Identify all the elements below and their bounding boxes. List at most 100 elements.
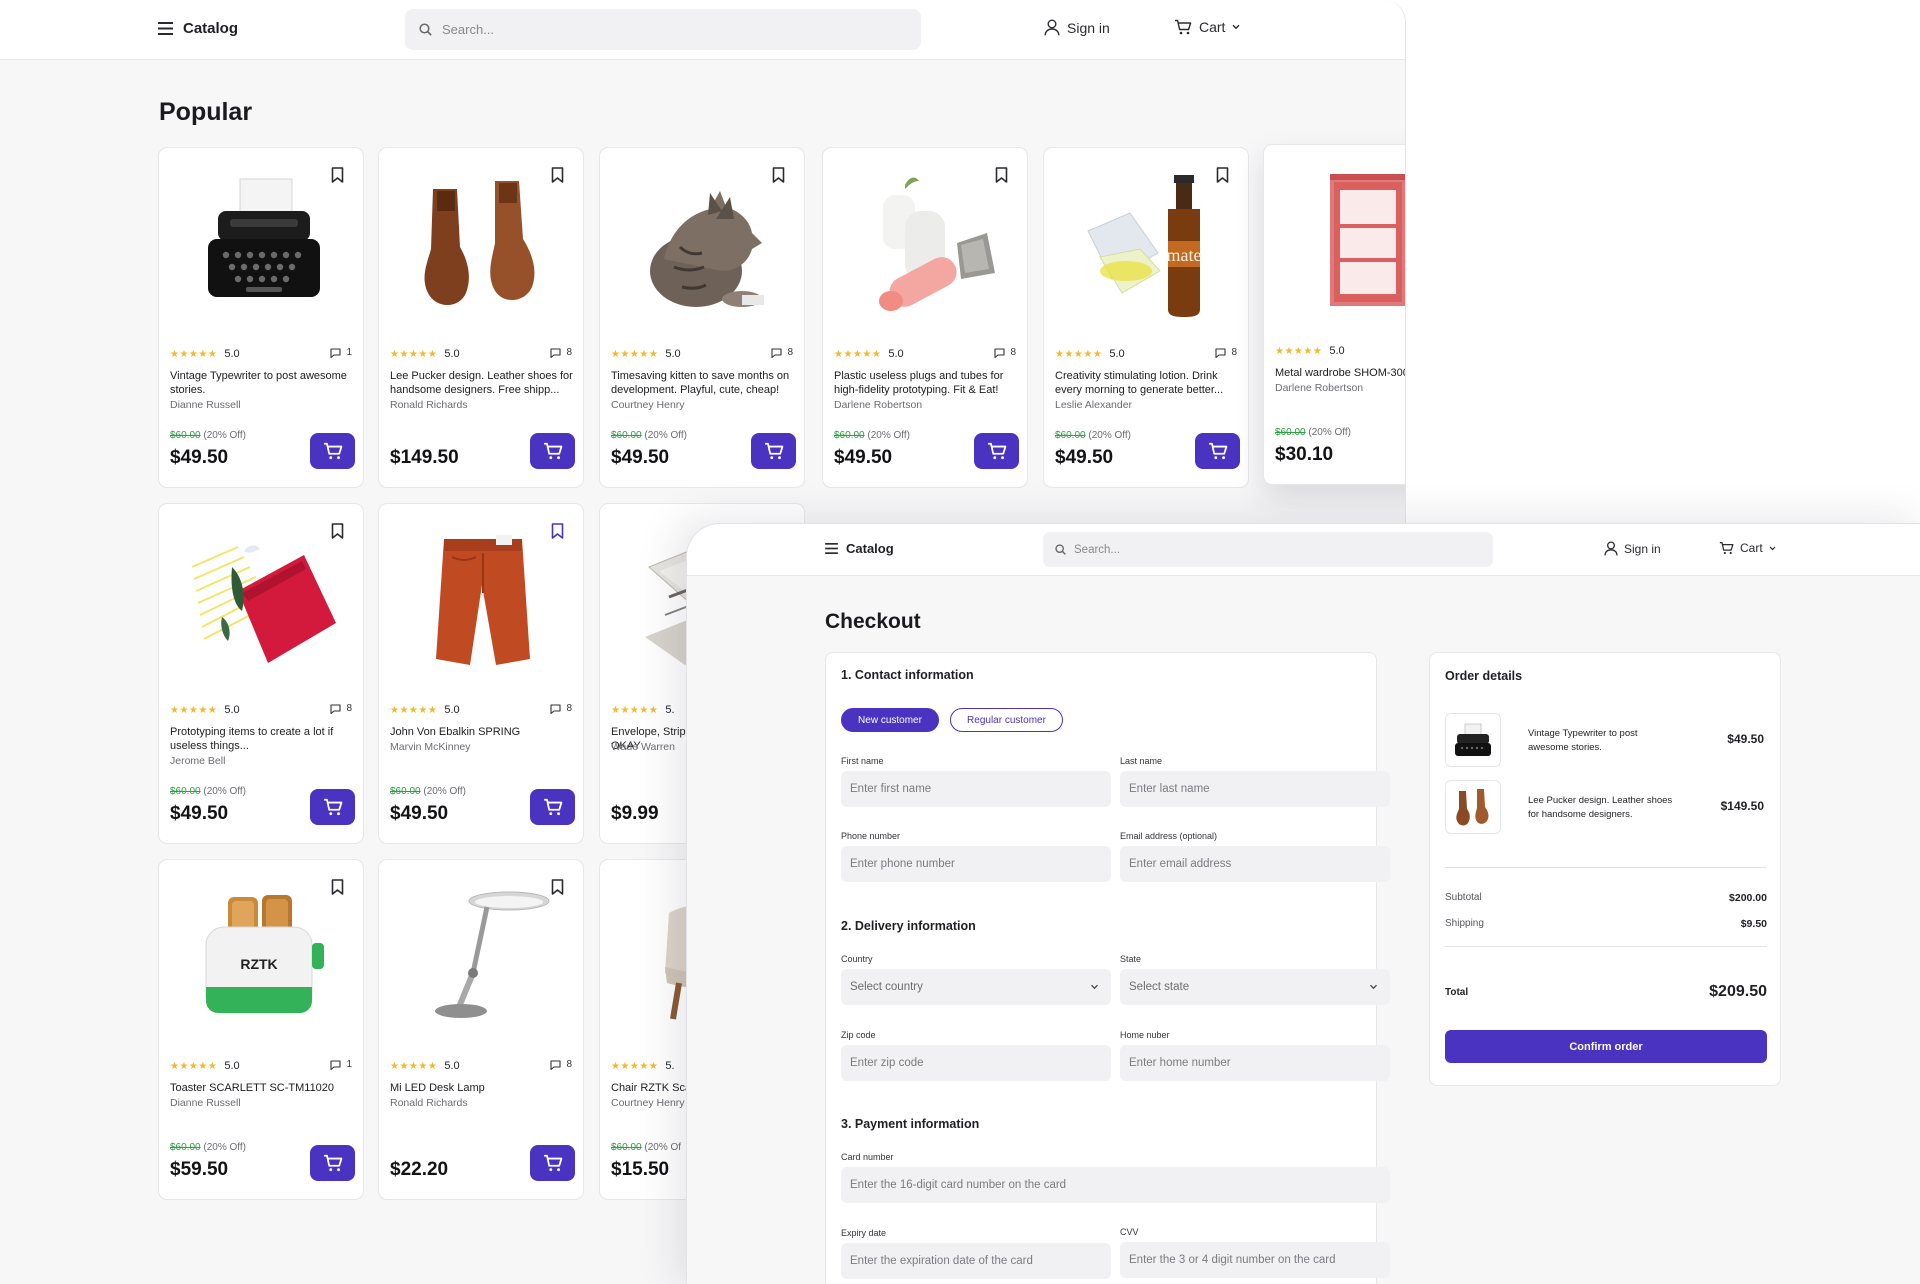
card-number-field[interactable] (841, 1167, 1390, 1203)
product-card[interactable]: ★★★★★5.08Metal wardrobe SHOM-300/1Darlen… (1263, 144, 1405, 485)
comment-count-value: 8 (346, 703, 352, 714)
expiry-label: Expiry date (841, 1228, 887, 1238)
comment-count: 1 (330, 1059, 352, 1070)
product-author: Wade Warren (611, 741, 675, 753)
product-image[interactable] (395, 528, 571, 676)
state-select[interactable]: Select state (1120, 969, 1390, 1005)
checkout-sign-in-button[interactable]: Sign in (1604, 541, 1661, 556)
product-card[interactable]: ★★★★★ 5.0 8 Timesaving kitten to save month… (599, 147, 805, 488)
order-item-name: Vintage Typewriter to post awesome stori… (1528, 728, 1638, 753)
product-name[interactable]: Plastic useless plugs and tubes for high… (834, 369, 1018, 397)
star-rating-icon: ★★★★★ (170, 704, 218, 716)
last-name-field[interactable] (1120, 771, 1390, 807)
search-bar[interactable] (405, 9, 921, 50)
checkout-menu-button[interactable]: Catalog (825, 541, 894, 556)
product-author: Marvin McKinney (390, 741, 471, 753)
product-card[interactable]: ★★★★★ 5.0 8 Prototyping items to create a l… (158, 503, 364, 844)
add-to-cart-button[interactable] (310, 433, 355, 469)
comment-count-value: 8 (1231, 347, 1237, 358)
product-card[interactable]: ★★★★★ 5.0 8 John Von Ebalkin SPRING Marvin M… (378, 503, 584, 844)
rating-value: 5.0 (888, 348, 904, 360)
add-to-cart-button[interactable] (1195, 433, 1240, 469)
card-number-label: Card number (841, 1152, 894, 1162)
product-price: $30.10 (1275, 444, 1334, 465)
old-price-row: $60.00 (20% Off) (834, 430, 910, 441)
rating-value: 5.0 (224, 348, 240, 360)
product-image[interactable] (1280, 169, 1405, 317)
home-number-field[interactable] (1120, 1045, 1390, 1081)
zip-field[interactable] (841, 1045, 1111, 1081)
add-to-cart-button[interactable] (530, 789, 575, 825)
checkout-search-input[interactable] (1074, 543, 1469, 556)
product-author: Courtney Henry (611, 399, 685, 411)
expiry-field[interactable] (841, 1243, 1111, 1279)
search-input[interactable] (442, 22, 894, 37)
subtotal-label: Subtotal (1445, 892, 1482, 903)
checkout-cart-button[interactable]: Cart (1719, 541, 1776, 555)
first-name-field[interactable] (841, 771, 1111, 807)
product-image[interactable] (175, 172, 351, 320)
email-field[interactable] (1120, 846, 1390, 882)
add-to-cart-icon (323, 798, 342, 816)
add-to-cart-button[interactable] (310, 789, 355, 825)
add-to-cart-button[interactable] (974, 433, 1019, 469)
product-card[interactable]: ★★★★★ 5.0 1 Vintage Typewriter to post awes… (158, 147, 364, 488)
checkout-search-bar[interactable] (1043, 532, 1493, 567)
state-label: State (1120, 954, 1142, 964)
product-image[interactable] (395, 884, 571, 1032)
product-name[interactable]: Creativity stimulating lotion. Drink eve… (1055, 369, 1239, 397)
add-to-cart-icon (323, 1154, 342, 1172)
product-name[interactable]: Metal wardrobe SHOM-300/1 (1275, 366, 1405, 380)
product-name[interactable]: Lee Pucker design. Leather shoes for han… (390, 369, 574, 397)
product-card[interactable]: ★★★★★ 5.0 8 Plastic useless plugs and tubes… (822, 147, 1028, 488)
old-price-row: $60.00 (20% Off) (1275, 427, 1351, 438)
product-image[interactable]: mate (1060, 172, 1236, 320)
cart-icon (1719, 541, 1734, 555)
cvv-field[interactable] (1120, 1242, 1390, 1278)
add-to-cart-button[interactable] (751, 433, 796, 469)
add-to-cart-button[interactable] (310, 1145, 355, 1181)
old-price: $60.00 (170, 430, 201, 441)
country-select[interactable]: Select country (841, 969, 1111, 1005)
product-card[interactable]: ★★★★★ 5.0 8 Mi LED Desk Lamp Ronald Richards… (378, 859, 584, 1200)
product-name[interactable]: Vintage Typewriter to post awesome stori… (170, 369, 354, 397)
add-to-cart-button[interactable] (530, 1145, 575, 1181)
discount: (20% Off) (203, 786, 246, 797)
product-name[interactable]: Mi LED Desk Lamp (390, 1081, 574, 1095)
regular-customer-toggle[interactable]: Regular customer (950, 708, 1063, 732)
product-card[interactable]: mate ★★★★★ 5.0 8 Creativity stimulating loti… (1043, 147, 1249, 488)
hamburger-icon (158, 22, 173, 35)
comment-count: 8 (550, 1059, 572, 1070)
new-customer-toggle[interactable]: New customer (841, 708, 939, 732)
product-name[interactable]: Toaster SCARLETT SC-TM11020 (170, 1081, 354, 1095)
add-to-cart-button[interactable] (530, 433, 575, 469)
catalog-menu-button[interactable]: Catalog (158, 20, 238, 37)
product-image[interactable] (395, 172, 571, 320)
product-image[interactable] (616, 172, 792, 320)
comment-count: 8 (994, 347, 1016, 358)
sign-in-button[interactable]: Sign in (1044, 19, 1110, 36)
product-image[interactable] (175, 528, 351, 676)
product-name[interactable]: Timesaving kitten to save months on deve… (611, 369, 795, 397)
cart-button[interactable]: Cart (1174, 19, 1240, 35)
checkout-page: Catalog Sign in Cart Checkout 1. Contact… (686, 523, 1920, 1284)
cart-label: Cart (1199, 19, 1226, 35)
old-price: $60.00 (1275, 427, 1306, 438)
product-card[interactable]: ★★★★★ 5.0 8 Lee Pucker design. Leather shoe… (378, 147, 584, 488)
product-name[interactable]: John Von Ebalkin SPRING (390, 725, 574, 739)
product-image[interactable]: RZTK (175, 884, 351, 1032)
product-card[interactable]: RZTK ★★★★★ 5.0 1 Toaster SCARLETT SC-TM11020… (158, 859, 364, 1200)
phone-label: Phone number (841, 831, 901, 841)
subtotal-value: $200.00 (1729, 892, 1767, 904)
old-price-row: $60.00 (20% Off) (170, 430, 246, 441)
total-label: Total (1445, 986, 1469, 998)
product-image[interactable] (839, 172, 1015, 320)
zip-label: Zip code (841, 1030, 876, 1040)
phone-field[interactable] (841, 846, 1111, 882)
star-rating-icon: ★★★★★ (611, 1060, 659, 1072)
cart-label: Cart (1740, 541, 1763, 555)
confirm-order-button[interactable]: Confirm order (1445, 1030, 1767, 1063)
sign-in-label: Sign in (1067, 19, 1110, 36)
product-name[interactable]: Prototyping items to create a lot if use… (170, 725, 354, 753)
old-price: $60.00 (170, 1142, 201, 1153)
